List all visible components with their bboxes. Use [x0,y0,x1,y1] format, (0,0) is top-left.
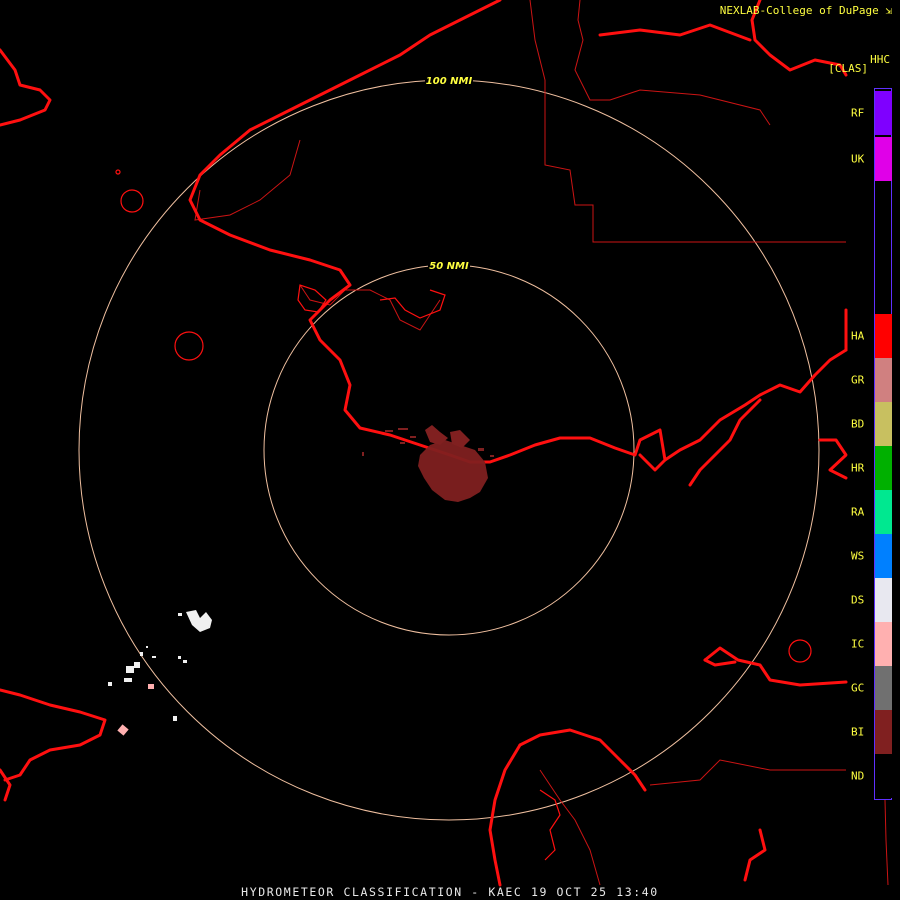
legend-item-hr: HR [846,446,892,490]
legend-swatch [875,534,892,578]
legend-item-ic: IC [846,622,892,666]
legend-label: RF [851,106,865,120]
legend-swatch [875,402,892,446]
ring-label-50nmi: 50 NMI [429,261,469,272]
legend-swatch [875,490,892,534]
product-title: HYDROMETEOR CLASSIFICATION - KAEC 19 OCT… [241,885,659,899]
legend-item-bd: BD [846,402,892,446]
ring-label-100nmi: 100 NMI [426,76,473,87]
legend-label: BI [851,725,865,739]
legend-swatch [875,446,892,490]
legend-swatch [875,754,892,798]
legend-swatch [875,710,892,754]
legend-swatch [875,666,892,710]
coastlines [0,0,848,887]
radar-map: 100 NMI 50 NMI [0,0,889,887]
legend-item-ra: RA [846,490,892,534]
legend-item-gr: GR [846,358,892,402]
ice-crystal-echoes [117,684,154,736]
legend-label: UK [851,152,865,166]
external-link-icon: ⇲ [885,4,892,17]
product-code: HHC [870,53,890,66]
legend-item-ds: DS [846,578,892,622]
legend-label: HA [851,329,865,343]
legend-item-bi: BI [846,710,892,754]
legend-item-nd: ND [846,754,892,798]
legend-label: GC [851,681,865,695]
legend-label: HR [851,461,865,475]
legend-swatch [875,622,892,666]
legend-item-uk: UK [846,137,892,181]
legend-item-gc: GC [846,666,892,710]
credit-line[interactable]: NEXLAB-College of DuPage ⇲ [720,4,892,17]
legend-swatch [875,578,892,622]
legend-label: DS [851,593,865,607]
legend-swatch [875,314,892,358]
legend-item-rf: RF [846,91,892,135]
lakes [115,169,812,861]
classification-label: [CLAS] [828,62,868,75]
legend-item-ws: WS [846,534,892,578]
legend-label: WS [851,549,865,563]
legend-label: ND [851,769,865,783]
legend-swatch [875,358,892,402]
legend-label: RA [851,505,865,519]
legend-label: IC [851,637,865,651]
legend-swatch [875,137,892,181]
legend-label: BD [851,417,865,431]
ground-clutter-echoes [362,425,494,502]
legend-swatch [875,91,892,135]
credit-text: NEXLAB-College of DuPage [719,4,879,17]
hydrometeor-legend: RF UK HA GR BD HR RA WS DS IC GC BI ND [846,87,892,801]
legend-label: GR [851,373,865,387]
legend-item-ha: HA [846,314,892,358]
